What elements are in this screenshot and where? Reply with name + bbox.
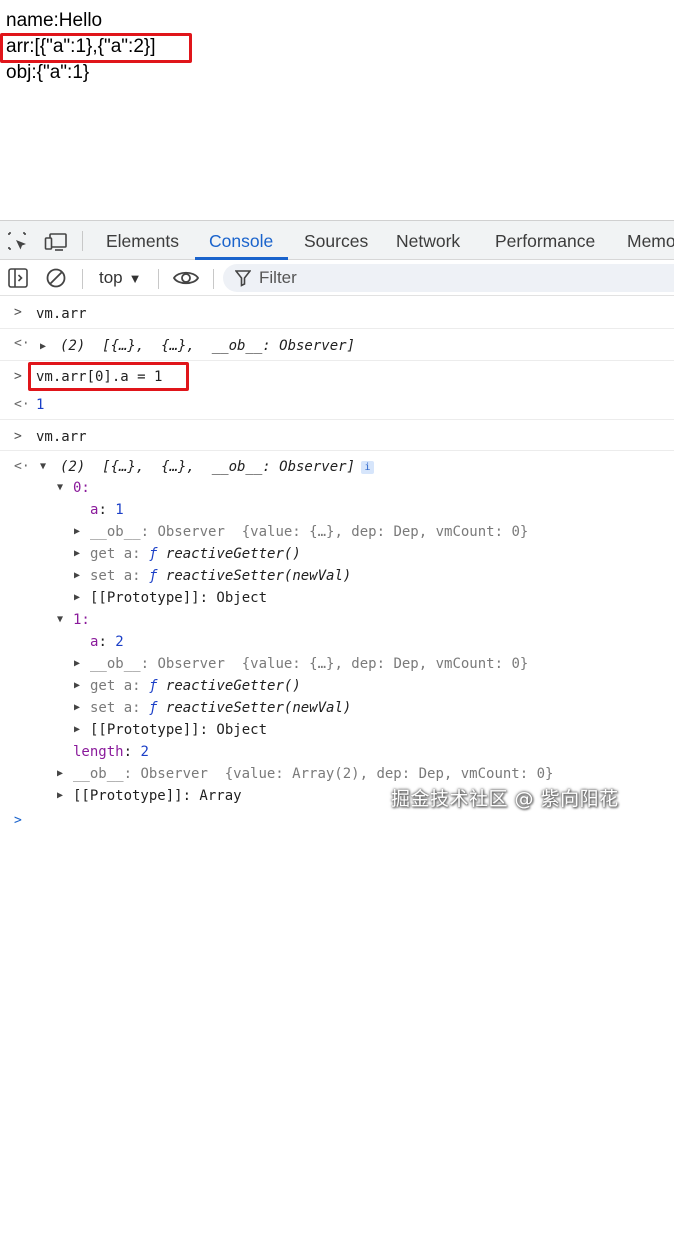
expand-triangle-icon[interactable]: ▶ [74,702,80,713]
prop-value: Observer {value: Array(2), dep: Dep, vmC… [140,766,554,782]
tree-key-a: a: 2 [90,634,124,650]
console-result-number: 1 [36,397,45,413]
prop-value: reactiveSetter(newVal) [165,700,352,716]
prop-value: reactiveGetter() [165,546,301,562]
context-selector[interactable]: top ▼ [99,265,142,292]
tree-row-getter[interactable]: get a: ƒ reactiveGetter() [90,546,301,562]
toolbar-divider-2 [158,269,159,289]
expand-triangle-icon[interactable]: ▶ [74,680,80,691]
tree-row-array-ob[interactable]: __ob__: Observer {value: Array(2), dep: … [73,766,553,782]
prop-value: reactiveSetter(newVal) [165,568,352,584]
tab-memory[interactable]: Memo [627,221,674,260]
prop-name: __ob__ [90,656,141,672]
filter-placeholder: Filter [259,268,297,287]
tree-row-prototype[interactable]: [[Prototype]]: Object [90,590,267,606]
input-prompt-icon: > [14,369,22,384]
tree-row-array-prototype[interactable]: [[Prototype]]: Array [73,788,242,804]
dropdown-caret-icon: ▼ [128,271,142,286]
expand-triangle-icon[interactable]: ▶ [57,790,63,801]
tree-row-prototype[interactable]: [[Prototype]]: Object [90,722,267,738]
console-input-text: vm.arr [36,306,87,322]
console-result-row: <· 1 [0,391,674,420]
expand-triangle-icon[interactable]: ▶ [74,658,80,669]
console-result-text: (2) [{…}, {…}, __ob__: Observer] i [60,459,375,475]
tree-key-length: length: 2 [73,744,149,760]
tab-network[interactable]: Network [396,221,460,260]
expand-triangle-icon[interactable]: ▶ [74,570,80,581]
console-input-row: > vm.arr[0].a = 1 [0,361,674,391]
result-arrow-icon: <· [14,397,30,412]
console-input-row: > vm.arr [0,296,674,329]
sidebar-toggle-icon[interactable] [7,267,29,289]
prop-value: Observer {value: {…}, dep: Dep, vmCount:… [157,524,529,540]
tree-key-index[interactable]: 1: [73,612,90,628]
tree-row-getter[interactable]: get a: ƒ reactiveGetter() [90,678,301,694]
array-preview: (2) [{…}, {…}, __ob__: Observer] [60,459,356,475]
console-result-text: (2) [{…}, {…}, __ob__: Observer] [60,338,356,354]
page-line-name: name:Hello [6,10,103,31]
console-prompt[interactable]: > [0,813,674,833]
result-arrow-icon: <· [14,459,30,474]
prop-name: get a: [90,678,141,694]
tree-row-setter[interactable]: set a: ƒ reactiveSetter(newVal) [90,700,351,716]
expand-triangle-icon[interactable]: ▶ [40,341,46,352]
prop-name: __ob__ [90,524,141,540]
prompt-chevron-icon: > [14,813,22,828]
tree-key-index[interactable]: 0: [73,480,90,496]
prop-value: 2 [140,744,149,760]
page-line-arr: arr:[{"a":1},{"a":2}] [6,36,156,57]
filter-funnel-icon [234,269,252,287]
console-result-row[interactable]: <· ▶ (2) [{…}, {…}, __ob__: Observer] [0,329,674,361]
tabbar-divider [82,231,83,251]
page-line-obj: obj:{"a":1} [6,62,90,83]
tree-key-a: a: 1 [90,502,124,518]
console-input-text: vm.arr [36,429,87,445]
collapse-triangle-icon[interactable]: ▼ [57,614,63,625]
prop-value: 2 [115,634,124,650]
tab-elements[interactable]: Elements [106,221,179,260]
tab-sources[interactable]: Sources [304,221,368,260]
filter-input[interactable]: Filter [223,264,674,292]
expand-triangle-icon[interactable]: ▶ [74,724,80,735]
tree-row-ob[interactable]: __ob__: Observer {value: {…}, dep: Dep, … [90,524,528,540]
prop-name: set a: [90,568,141,584]
prop-name: length [73,744,124,760]
console-toolbar: top ▼ Filter [0,260,674,296]
info-icon[interactable]: i [361,461,375,474]
toolbar-divider-3 [213,269,214,289]
watermark: 掘金技术社区 @ 紫向阳花 [391,788,619,810]
console-result-expanded: <· ▼ (2) [{…}, {…}, __ob__: Observer] i ▼… [0,451,674,804]
console-input-text: vm.arr[0].a = 1 [36,369,163,385]
prop-value: Observer {value: {…}, dep: Dep, vmCount:… [157,656,529,672]
live-expression-eye-icon[interactable] [172,267,200,289]
prop-value: reactiveGetter() [165,678,301,694]
input-prompt-icon: > [14,429,22,444]
prop-name: __ob__ [73,766,124,782]
collapse-triangle-icon[interactable]: ▼ [57,482,63,493]
collapse-triangle-icon[interactable]: ▼ [40,461,46,472]
device-toolbar-icon[interactable] [44,231,67,253]
result-arrow-icon: <· [14,336,30,351]
inspect-element-icon[interactable] [7,231,29,253]
tree-row-ob[interactable]: __ob__: Observer {value: {…}, dep: Dep, … [90,656,528,672]
tab-console[interactable]: Console [209,221,273,260]
devtools-tabbar: Elements Console Sources Network Perform… [0,220,674,260]
prop-name: set a: [90,700,141,716]
input-prompt-icon: > [14,305,22,320]
expand-triangle-icon[interactable]: ▶ [74,592,80,603]
toolbar-divider [82,269,83,289]
expand-triangle-icon[interactable]: ▶ [74,526,80,537]
expand-triangle-icon[interactable]: ▶ [57,768,63,779]
console-input-row: > vm.arr [0,420,674,451]
context-label: top [99,268,123,287]
tab-performance[interactable]: Performance [495,221,595,260]
prop-value: 1 [115,502,124,518]
clear-console-icon[interactable] [45,267,67,289]
expand-triangle-icon[interactable]: ▶ [74,548,80,559]
prop-name: get a: [90,546,141,562]
tree-row-setter[interactable]: set a: ƒ reactiveSetter(newVal) [90,568,351,584]
